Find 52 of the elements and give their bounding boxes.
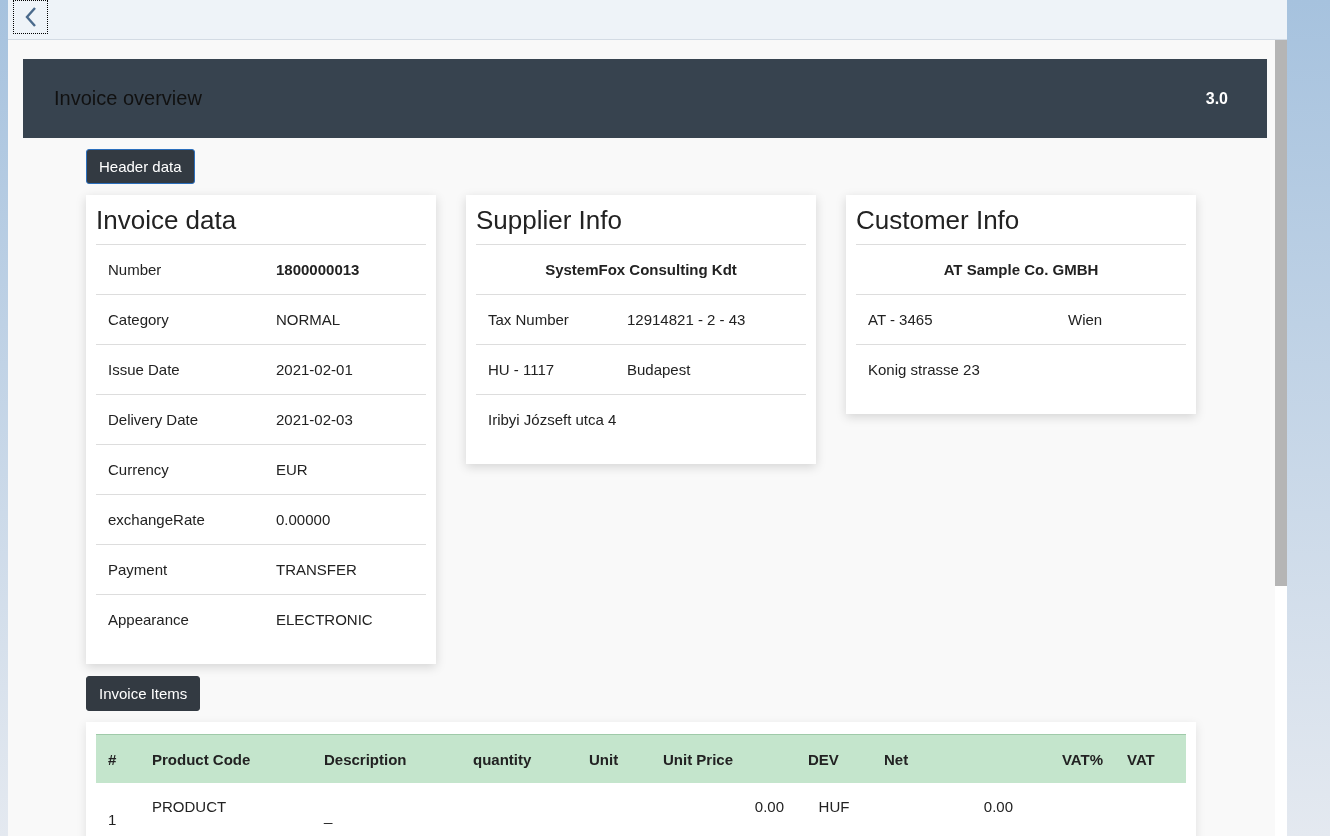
field-label: Issue Date (108, 361, 181, 378)
table-cell: HUF (818, 798, 850, 815)
info-text: 12914821 - 2 - 43 (627, 311, 747, 328)
card-title: Customer Info (856, 205, 1186, 245)
table-cell: 1 (108, 811, 117, 828)
page-title: Invoice overview (54, 87, 202, 110)
customer-name: AT Sample Co. GMBH (943, 261, 1099, 278)
field-value: 2021-02-01 (276, 361, 354, 378)
field-value: 2021-02-03 (276, 411, 354, 428)
column-header: VAT (1115, 734, 1186, 783)
header-data-button[interactable]: Header data (86, 149, 195, 184)
version-label: 3.0 (1205, 89, 1228, 108)
info-text: Wien (1068, 311, 1104, 328)
column-header: DEV (796, 734, 872, 783)
column-header: Unit Price (651, 734, 796, 783)
field-label: Appearance (108, 611, 190, 628)
field-value: EUR (276, 461, 309, 478)
info-text: HU - 1117 (488, 361, 556, 378)
field-value: NORMAL (276, 311, 342, 328)
field-label: Currency (108, 461, 170, 478)
field-value: 0.00000 (276, 511, 332, 528)
info-text: Iribyi Józseft utca 4 (488, 411, 618, 428)
column-header: VAT% (1025, 734, 1115, 783)
column-header: quantity (461, 734, 577, 783)
scrollbar-thumb[interactable] (1275, 40, 1287, 586)
column-header: Unit (577, 734, 651, 783)
info-text: Tax Number (488, 311, 570, 328)
field-value: TRANSFER (276, 561, 358, 578)
table-cell: 0.00 (754, 798, 784, 815)
table-cell: PRODUCT (152, 798, 227, 815)
field-label: Payment (108, 561, 169, 578)
supplier-name: SystemFox Consulting Kdt (545, 261, 737, 278)
field-value: 1800000013 (276, 261, 361, 278)
back-icon (23, 6, 38, 28)
field-label: Number (108, 261, 163, 278)
back-button[interactable] (13, 0, 48, 34)
column-header: # (96, 734, 140, 783)
table-cell: _ (324, 807, 333, 824)
field-label: exchangeRate (108, 511, 206, 528)
field-label: Delivery Date (108, 411, 200, 428)
info-text: AT - 3465 (868, 311, 934, 328)
field-value: ELECTRONIC (276, 611, 374, 628)
field-label: Category (108, 311, 170, 328)
column-header: Net (872, 734, 1025, 783)
table-cell: 0.00 (983, 798, 1013, 815)
info-text: Budapest (627, 361, 692, 378)
info-text: Konig strasse 23 (868, 361, 981, 378)
column-header: Description (312, 734, 461, 783)
card-title: Invoice data (96, 205, 426, 245)
column-header: Product Code (140, 734, 312, 783)
card-title: Supplier Info (476, 205, 806, 245)
invoice-items-button[interactable]: Invoice Items (86, 676, 201, 711)
